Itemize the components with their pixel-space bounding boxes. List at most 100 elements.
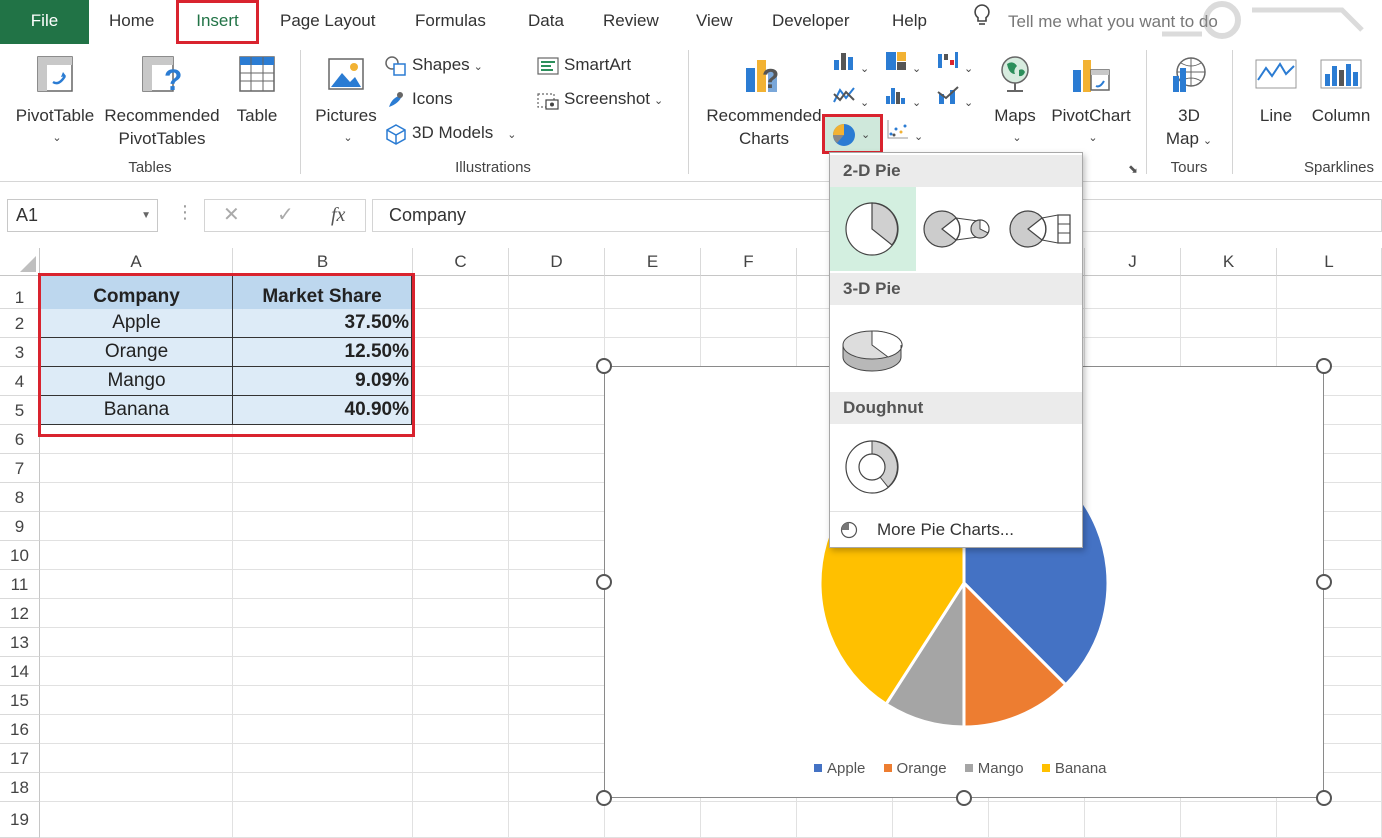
recommended-pivot-label-2: PivotTables [118, 129, 206, 148]
market-share-cell[interactable]: 12.50% [233, 338, 412, 367]
circuit-decoration-icon [1162, 1, 1364, 39]
line-chart-gallery-button[interactable]: ⌄ [832, 84, 869, 112]
3d-map-button[interactable]: 3D Map ⌄ [1158, 54, 1220, 153]
tab-page-layout[interactable]: Page Layout [280, 0, 375, 44]
resize-handle[interactable] [1316, 358, 1332, 374]
row-header[interactable]: 9 [0, 512, 40, 541]
tab-help[interactable]: Help [892, 0, 927, 44]
row-header[interactable]: 17 [0, 744, 40, 773]
more-options-icon[interactable]: ⋮ [176, 202, 194, 223]
market-share-cell[interactable]: 40.90% [233, 396, 412, 425]
treemap-icon [886, 52, 906, 70]
bar-of-pie-option[interactable] [1000, 187, 1086, 271]
resize-handle[interactable] [596, 358, 612, 374]
tab-file[interactable]: File [0, 0, 89, 44]
hierarchy-chart-gallery-button[interactable]: ⌄ [884, 50, 921, 78]
insert-function-icon[interactable]: fx [331, 200, 345, 231]
pie-2d-option[interactable] [830, 187, 916, 271]
statistic-chart-gallery-button[interactable]: ⌄ [884, 84, 921, 112]
combo-chart-gallery-button[interactable]: ⌄ [936, 84, 973, 112]
resize-handle[interactable] [596, 790, 612, 806]
sparkline-column-button[interactable]: Column [1308, 54, 1374, 127]
tab-formulas[interactable]: Formulas [415, 0, 486, 44]
market-share-cell[interactable]: 37.50% [233, 309, 412, 338]
3d-models-button[interactable]: 3D Models ⌄ [384, 118, 516, 148]
column-header[interactable]: F [701, 248, 797, 276]
market-share-cell[interactable]: 9.09% [233, 367, 412, 396]
select-all-corner[interactable] [0, 248, 40, 276]
column-header[interactable]: B [233, 248, 413, 276]
tab-data[interactable]: Data [528, 0, 564, 44]
row-header[interactable]: 1 [0, 276, 40, 309]
column-header[interactable]: E [605, 248, 701, 276]
company-cell[interactable]: Mango [41, 367, 233, 396]
column-header[interactable]: D [509, 248, 605, 276]
column-header[interactable]: A [40, 248, 233, 276]
column-header[interactable]: C [413, 248, 509, 276]
shapes-button[interactable]: Shapes ⌄ [384, 50, 483, 80]
tours-group-label: Tours [1170, 159, 1208, 176]
tab-view[interactable]: View [696, 0, 733, 44]
company-cell[interactable]: Banana [41, 396, 233, 425]
row-header[interactable]: 14 [0, 657, 40, 686]
resize-handle[interactable] [596, 574, 612, 590]
row-header[interactable]: 12 [0, 599, 40, 628]
row-header[interactable]: 4 [0, 367, 40, 396]
pie-of-pie-option[interactable] [916, 187, 1002, 271]
more-pie-charts-option[interactable]: More Pie Charts... [830, 511, 1082, 547]
cancel-icon[interactable]: ✕ [223, 200, 240, 231]
column-header[interactable]: K [1181, 248, 1277, 276]
chevron-down-icon: ⌄ [914, 131, 924, 143]
waterfall-chart-gallery-button[interactable]: ⌄ [936, 50, 973, 78]
row-header[interactable]: 7 [0, 454, 40, 483]
tab-home[interactable]: Home [109, 0, 154, 44]
row-header[interactable]: 16 [0, 715, 40, 744]
tab-insert[interactable]: Insert [176, 0, 259, 44]
pie-chart-dropdown: 2-D Pie 3-D Pie Doughnut More Pie Charts… [829, 152, 1083, 548]
pivot-table-button[interactable]: PivotTable ⌄ [12, 54, 98, 150]
row-header[interactable]: 11 [0, 570, 40, 599]
screenshot-button[interactable]: Screenshot ⌄ [536, 84, 663, 114]
tab-developer[interactable]: Developer [772, 0, 850, 44]
row-header[interactable]: 10 [0, 541, 40, 570]
resize-handle[interactable] [1316, 790, 1332, 806]
column-header[interactable]: J [1085, 248, 1181, 276]
pivot-table-icon [37, 56, 73, 92]
dialog-launcher-icon[interactable]: ⬊ [1128, 162, 1138, 176]
smartart-button[interactable]: SmartArt [536, 50, 631, 80]
scatter-chart-gallery-button[interactable]: ⌄ [886, 118, 923, 146]
resize-handle[interactable] [1316, 574, 1332, 590]
ribbon-insert: PivotTable ⌄ ? Recommended PivotTables T… [0, 44, 1382, 182]
maps-button[interactable]: Maps ⌄ [990, 54, 1040, 150]
row-header[interactable]: 19 [0, 802, 40, 838]
table-button[interactable]: Table [230, 54, 284, 127]
enter-icon[interactable]: ✓ [277, 200, 294, 231]
row-header[interactable]: 6 [0, 425, 40, 454]
pivot-chart-button[interactable]: PivotChart ⌄ [1046, 54, 1136, 150]
column-header[interactable]: L [1277, 248, 1382, 276]
worksheet-grid[interactable]: ABCDEFGHIJKL 123456789101112131415161718… [0, 248, 1382, 838]
row-header[interactable]: 15 [0, 686, 40, 715]
column-chart-gallery-button[interactable]: ⌄ [832, 50, 869, 78]
row-header[interactable]: 18 [0, 773, 40, 802]
pie-3d-option[interactable] [830, 307, 916, 391]
company-cell[interactable]: Apple [41, 309, 233, 338]
name-box[interactable]: A1 ▼ [7, 199, 158, 232]
sparkline-line-button[interactable]: Line [1252, 54, 1300, 127]
recommended-pivottables-button[interactable]: ? Recommended PivotTables [100, 54, 224, 150]
row-header[interactable]: 13 [0, 628, 40, 657]
recommended-charts-button[interactable]: ? Recommended Charts [700, 54, 828, 150]
icons-button[interactable]: Icons [384, 84, 453, 114]
row-header[interactable]: 8 [0, 483, 40, 512]
row-header[interactable]: 2 [0, 309, 40, 338]
row-header[interactable]: 5 [0, 396, 40, 425]
resize-handle[interactable] [956, 790, 972, 806]
sparklines-group-label: Sparklines [1303, 159, 1375, 176]
doughnut-option[interactable] [830, 425, 916, 509]
pictures-button[interactable]: Pictures ⌄ [312, 54, 380, 150]
pie-chart-gallery-button[interactable]: ⌄ [822, 114, 883, 154]
recommended-pivot-label-1: Recommended [104, 106, 220, 125]
tab-review[interactable]: Review [603, 0, 659, 44]
row-header[interactable]: 3 [0, 338, 40, 367]
company-cell[interactable]: Orange [41, 338, 233, 367]
